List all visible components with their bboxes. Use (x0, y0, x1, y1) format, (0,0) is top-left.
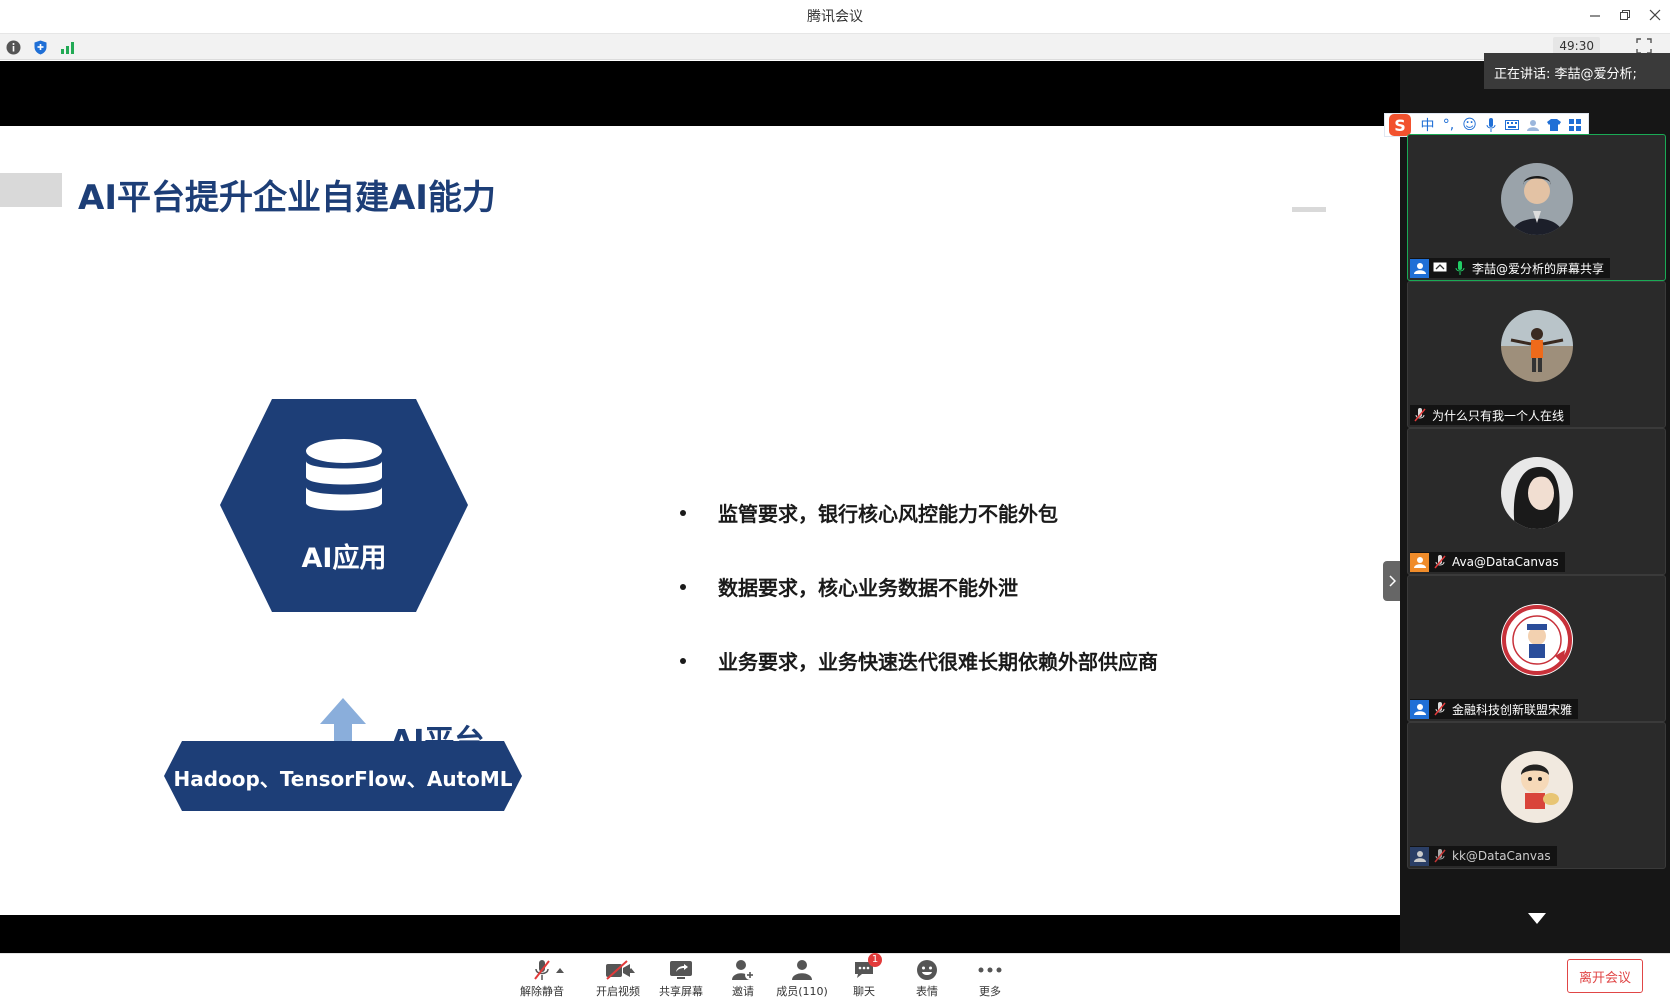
invite-label: 邀请 (732, 985, 754, 998)
collapse-panel-button[interactable] (1383, 561, 1400, 601)
reactions-button[interactable]: 表情 (897, 958, 957, 1000)
share-screen-button[interactable]: 共享屏幕 (651, 958, 711, 1000)
mic-muted-icon (1430, 700, 1449, 719)
signal-icon[interactable] (60, 40, 75, 55)
reactions-label: 表情 (916, 985, 938, 998)
participant-tile[interactable]: kk@DataCanvas (1407, 722, 1666, 869)
add-user-icon (729, 958, 757, 982)
mic-muted-icon (1430, 847, 1449, 866)
avatar (1501, 604, 1573, 676)
user-icon (1410, 846, 1429, 866)
audio-options-caret[interactable] (556, 968, 564, 973)
leave-meeting-button[interactable]: 离开会议 (1567, 959, 1643, 993)
mic-muted-icon (1430, 553, 1449, 572)
participant-name: 金融科技创新联盟宋雅 (1452, 702, 1573, 717)
bullet-dot (680, 584, 686, 590)
minimize-icon[interactable] (1580, 0, 1610, 30)
more-dots-icon (976, 958, 1004, 982)
presentation-slide: AI平台提升企业自建AI能力 AI应用 AI平台 Hadoop、TensorFl… (0, 126, 1400, 915)
chat-icon: 1 (850, 953, 882, 982)
members-icon (788, 958, 816, 982)
ime-chinese-mode[interactable]: 中 (1417, 115, 1438, 135)
participant-name: kk@DataCanvas (1452, 849, 1551, 863)
avatar (1501, 310, 1573, 382)
avatar (1501, 163, 1573, 235)
participant-namebar: 为什么只有我一个人在线 (1410, 405, 1571, 425)
scroll-down-icon[interactable] (1527, 911, 1547, 925)
invite-button[interactable]: 邀请 (713, 958, 773, 1000)
start-video-label: 开启视频 (596, 985, 640, 998)
fullscreen-icon[interactable] (1636, 38, 1652, 54)
more-label: 更多 (979, 985, 1001, 998)
window-title: 腾讯会议 (807, 9, 863, 25)
bullet-text: 数据要求，核心业务数据不能外泄 (718, 576, 1018, 600)
ime-keyboard-icon[interactable] (1501, 115, 1522, 135)
participant-namebar: 金融科技创新联盟宋雅 (1410, 699, 1579, 719)
more-button[interactable]: 更多 (960, 958, 1020, 1000)
members-button[interactable]: 成员(110) (772, 958, 832, 1000)
chevron-right-icon (1388, 575, 1396, 587)
participant-tile[interactable]: 金融科技创新联盟宋雅 (1407, 575, 1666, 722)
video-options-caret[interactable] (627, 968, 635, 973)
start-video-button[interactable]: 开启视频 (588, 958, 648, 1000)
ime-skin-icon[interactable] (1543, 115, 1564, 135)
shield-icon[interactable] (33, 40, 48, 55)
bullet-dot (680, 510, 686, 516)
sogou-logo-icon[interactable]: S (1389, 114, 1411, 136)
title-bar: 腾讯会议 (0, 0, 1670, 34)
ai-app-hexagon (220, 399, 468, 612)
mic-muted-icon (1410, 406, 1429, 425)
mic-muted-icon (528, 958, 556, 982)
participant-name: Ava@DataCanvas (1452, 555, 1559, 569)
ime-grid-icon[interactable] (1564, 115, 1585, 135)
unmute-button[interactable]: 解除静音 (512, 958, 572, 1000)
share-screen-label: 共享屏幕 (659, 985, 703, 998)
chat-unread-badge: 1 (868, 953, 882, 967)
database-icon (306, 439, 382, 511)
ime-voice-icon[interactable] (1480, 115, 1501, 135)
participant-namebar: Ava@DataCanvas (1410, 552, 1565, 572)
ime-punctuation[interactable]: °, (1438, 115, 1459, 135)
share-screen-icon (667, 958, 695, 982)
user-icon (1410, 258, 1429, 278)
chat-button[interactable]: 1 聊天 (834, 953, 894, 1000)
participant-tile[interactable]: 李喆@爱分析的屏幕共享 (1407, 134, 1666, 281)
slide-decoration (1292, 207, 1326, 212)
chat-label: 聊天 (853, 985, 875, 998)
info-icon[interactable] (6, 40, 21, 55)
ai-app-label: AI应用 (301, 543, 387, 574)
bullet-text: 业务要求，业务快速迭代很难长期依赖外部供应商 (718, 650, 1158, 674)
bullet-dot (680, 658, 686, 664)
participant-name: 为什么只有我一个人在线 (1432, 408, 1565, 423)
shared-screen-area: AI平台提升企业自建AI能力 AI应用 AI平台 Hadoop、TensorFl… (0, 61, 1400, 953)
participant-tile[interactable]: Ava@DataCanvas (1407, 428, 1666, 575)
meeting-toolbar: 解除静音 开启视频 共享屏幕 邀请 成员(110) 1 聊天 表情 更多 (0, 953, 1670, 1000)
slide-title: AI平台提升企业自建AI能力 (78, 178, 496, 218)
unmute-label: 解除静音 (520, 985, 564, 998)
participant-namebar: kk@DataCanvas (1410, 846, 1557, 866)
participant-namebar: 李喆@爱分析的屏幕共享 (1410, 258, 1611, 278)
ime-emoji-icon[interactable]: ☺ (1459, 115, 1480, 135)
avatar (1501, 457, 1573, 529)
bullet-text: 监管要求，银行核心风控能力不能外包 (718, 502, 1058, 526)
user-icon (1410, 699, 1429, 719)
meeting-status-bar: 49:30 (0, 34, 1670, 60)
smiley-icon (913, 958, 941, 982)
close-icon[interactable] (1640, 0, 1670, 30)
window-controls (1580, 0, 1670, 30)
members-label: 成员(110) (776, 985, 828, 998)
screen-share-icon (1430, 259, 1449, 278)
active-speaker-banner: 正在讲话: 李喆@爱分析; (1484, 53, 1670, 89)
user-icon (1410, 552, 1429, 572)
slide-title-marker (0, 173, 62, 207)
ime-user-icon[interactable] (1522, 115, 1543, 135)
mic-on-icon (1450, 259, 1469, 278)
restore-icon[interactable] (1610, 0, 1640, 30)
avatar (1501, 751, 1573, 823)
participant-name: 李喆@爱分析的屏幕共享 (1472, 261, 1605, 276)
participant-tile[interactable]: 为什么只有我一个人在线 (1407, 281, 1666, 428)
tech-stack-label: Hadoop、TensorFlow、AutoML (173, 767, 513, 791)
